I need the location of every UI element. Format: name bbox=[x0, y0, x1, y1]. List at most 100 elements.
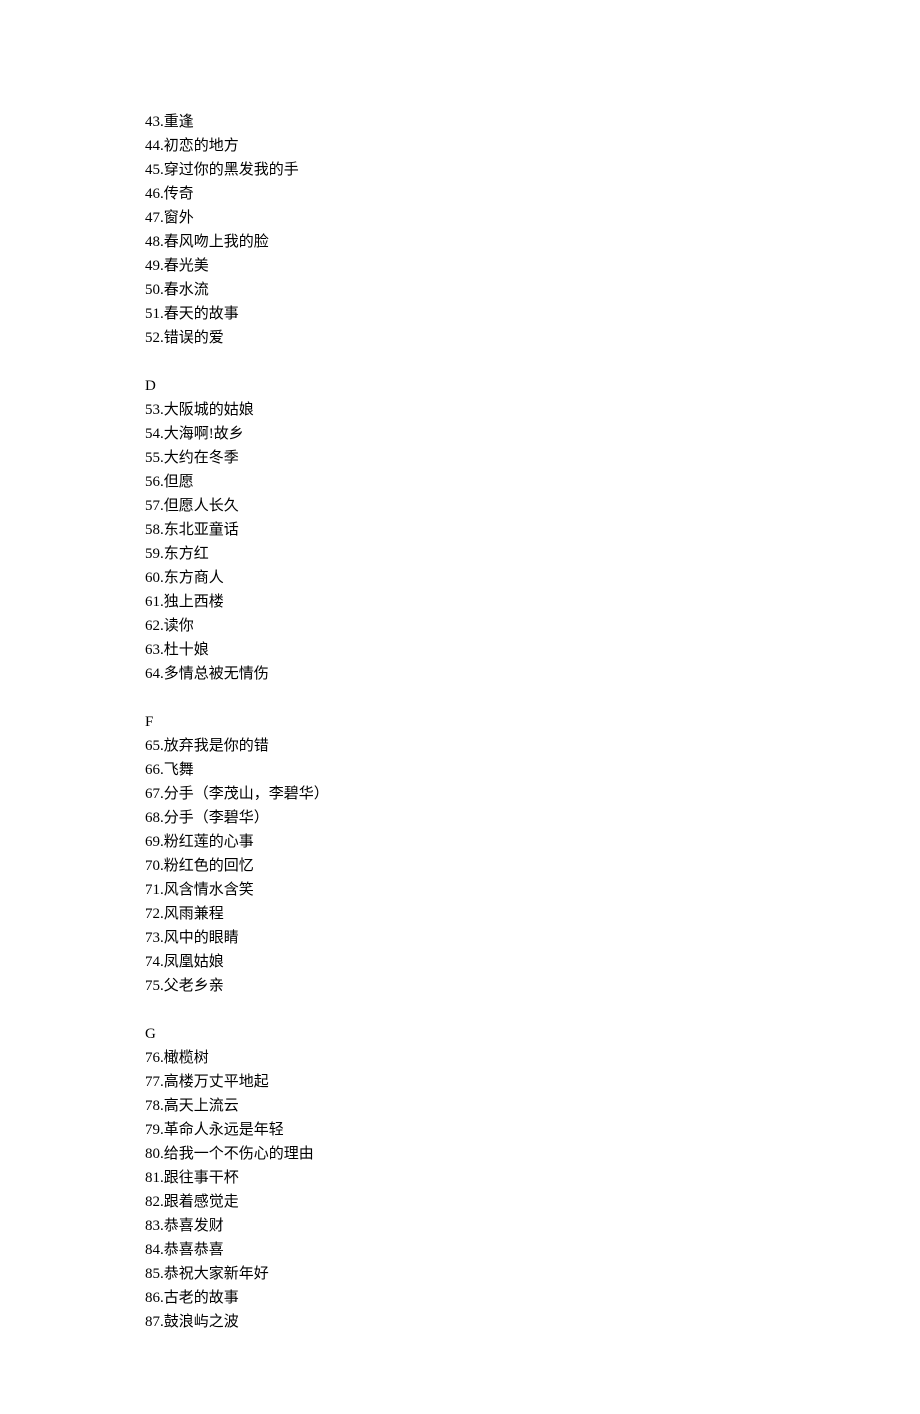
list-item: 60.东方商人 bbox=[145, 566, 840, 590]
list-item: 67.分手（李茂山，李碧华） bbox=[145, 782, 840, 806]
list-item: 70.粉红色的回忆 bbox=[145, 854, 840, 878]
list-item: 49.春光美 bbox=[145, 254, 840, 278]
section-block: 53.大阪城的姑娘54.大海啊!故乡55.大约在冬季56.但愿57.但愿人长久5… bbox=[145, 398, 840, 686]
list-item: 44.初恋的地方 bbox=[145, 134, 840, 158]
item-number: 80 bbox=[145, 1146, 160, 1162]
item-number: 47 bbox=[145, 210, 160, 226]
item-title: 大约在冬季 bbox=[164, 450, 239, 466]
item-number: 67 bbox=[145, 786, 160, 802]
item-number: 70 bbox=[145, 858, 160, 874]
item-title: 跟往事干杯 bbox=[164, 1170, 239, 1186]
item-number: 59 bbox=[145, 546, 160, 562]
item-title: 大海啊!故乡 bbox=[164, 426, 244, 442]
item-number: 48 bbox=[145, 234, 160, 250]
item-number: 82 bbox=[145, 1194, 160, 1210]
list-item: 43.重逢 bbox=[145, 110, 840, 134]
item-title: 穿过你的黑发我的手 bbox=[164, 162, 299, 178]
item-title: 分手（李茂山，李碧华） bbox=[164, 786, 329, 802]
item-title: 恭祝大家新年好 bbox=[164, 1266, 269, 1282]
item-title: 但愿人长久 bbox=[164, 498, 239, 514]
list-item: 76.橄榄树 bbox=[145, 1046, 840, 1070]
list-item: 53.大阪城的姑娘 bbox=[145, 398, 840, 422]
list-item: 69.粉红莲的心事 bbox=[145, 830, 840, 854]
item-number: 87 bbox=[145, 1314, 160, 1330]
item-title: 放弃我是你的错 bbox=[164, 738, 269, 754]
item-title: 粉红色的回忆 bbox=[164, 858, 254, 874]
list-item: 55.大约在冬季 bbox=[145, 446, 840, 470]
item-number: 49 bbox=[145, 258, 160, 274]
item-title: 风中的眼睛 bbox=[164, 930, 239, 946]
item-title: 多情总被无情伤 bbox=[164, 666, 269, 682]
item-title: 东北亚童话 bbox=[164, 522, 239, 538]
list-item: 81.跟往事干杯 bbox=[145, 1166, 840, 1190]
list-item: 63.杜十娘 bbox=[145, 638, 840, 662]
item-number: 75 bbox=[145, 978, 160, 994]
item-number: 52 bbox=[145, 330, 160, 346]
item-number: 68 bbox=[145, 810, 160, 826]
song-list-page: 43.重逢44.初恋的地方45.穿过你的黑发我的手46.传奇47.窗外48.春风… bbox=[0, 0, 920, 1414]
list-item: 82.跟着感觉走 bbox=[145, 1190, 840, 1214]
item-number: 63 bbox=[145, 642, 160, 658]
list-item: 57.但愿人长久 bbox=[145, 494, 840, 518]
item-title: 初恋的地方 bbox=[164, 138, 239, 154]
list-item: 74.凤凰姑娘 bbox=[145, 950, 840, 974]
item-title: 凤凰姑娘 bbox=[164, 954, 224, 970]
item-title: 鼓浪屿之波 bbox=[164, 1314, 239, 1330]
item-title: 传奇 bbox=[164, 186, 194, 202]
item-number: 50 bbox=[145, 282, 160, 298]
item-number: 72 bbox=[145, 906, 160, 922]
list-item: 66.飞舞 bbox=[145, 758, 840, 782]
item-title: 重逢 bbox=[164, 114, 194, 130]
item-title: 给我一个不伤心的理由 bbox=[164, 1146, 314, 1162]
item-title: 粉红莲的心事 bbox=[164, 834, 254, 850]
item-number: 76 bbox=[145, 1050, 160, 1066]
item-title: 春天的故事 bbox=[164, 306, 239, 322]
item-number: 58 bbox=[145, 522, 160, 538]
item-number: 86 bbox=[145, 1290, 160, 1306]
section-header-d: D bbox=[145, 374, 840, 398]
item-number: 46 bbox=[145, 186, 160, 202]
item-number: 77 bbox=[145, 1074, 160, 1090]
list-item: 85.恭祝大家新年好 bbox=[145, 1262, 840, 1286]
list-item: 50.春水流 bbox=[145, 278, 840, 302]
item-title: 风雨兼程 bbox=[164, 906, 224, 922]
item-title: 错误的爱 bbox=[164, 330, 224, 346]
section-header-g: G bbox=[145, 1022, 840, 1046]
list-item: 61.独上西楼 bbox=[145, 590, 840, 614]
item-number: 64 bbox=[145, 666, 160, 682]
item-number: 81 bbox=[145, 1170, 160, 1186]
item-number: 79 bbox=[145, 1122, 160, 1138]
item-title: 恭喜发财 bbox=[164, 1218, 224, 1234]
list-item: 52.错误的爱 bbox=[145, 326, 840, 350]
item-title: 窗外 bbox=[164, 210, 194, 226]
list-item: 77.高楼万丈平地起 bbox=[145, 1070, 840, 1094]
item-number: 71 bbox=[145, 882, 160, 898]
item-title: 父老乡亲 bbox=[164, 978, 224, 994]
list-item: 84.恭喜恭喜 bbox=[145, 1238, 840, 1262]
item-number: 61 bbox=[145, 594, 160, 610]
item-number: 83 bbox=[145, 1218, 160, 1234]
item-title: 飞舞 bbox=[164, 762, 194, 778]
item-title: 东方商人 bbox=[164, 570, 224, 586]
list-item: 86.古老的故事 bbox=[145, 1286, 840, 1310]
item-title: 跟着感觉走 bbox=[164, 1194, 239, 1210]
item-title: 大阪城的姑娘 bbox=[164, 402, 254, 418]
item-number: 62 bbox=[145, 618, 160, 634]
section-block: 76.橄榄树77.高楼万丈平地起78.高天上流云79.革命人永远是年轻80.给我… bbox=[145, 1046, 840, 1334]
item-number: 44 bbox=[145, 138, 160, 154]
item-number: 56 bbox=[145, 474, 160, 490]
item-title: 独上西楼 bbox=[164, 594, 224, 610]
item-number: 43 bbox=[145, 114, 160, 130]
item-title: 恭喜恭喜 bbox=[164, 1242, 224, 1258]
list-item: 79.革命人永远是年轻 bbox=[145, 1118, 840, 1142]
item-number: 66 bbox=[145, 762, 160, 778]
list-item: 72.风雨兼程 bbox=[145, 902, 840, 926]
item-number: 53 bbox=[145, 402, 160, 418]
item-title: 读你 bbox=[164, 618, 194, 634]
item-number: 45 bbox=[145, 162, 160, 178]
list-item: 87.鼓浪屿之波 bbox=[145, 1310, 840, 1334]
item-number: 55 bbox=[145, 450, 160, 466]
item-number: 74 bbox=[145, 954, 160, 970]
item-title: 革命人永远是年轻 bbox=[164, 1122, 284, 1138]
item-title: 高楼万丈平地起 bbox=[164, 1074, 269, 1090]
